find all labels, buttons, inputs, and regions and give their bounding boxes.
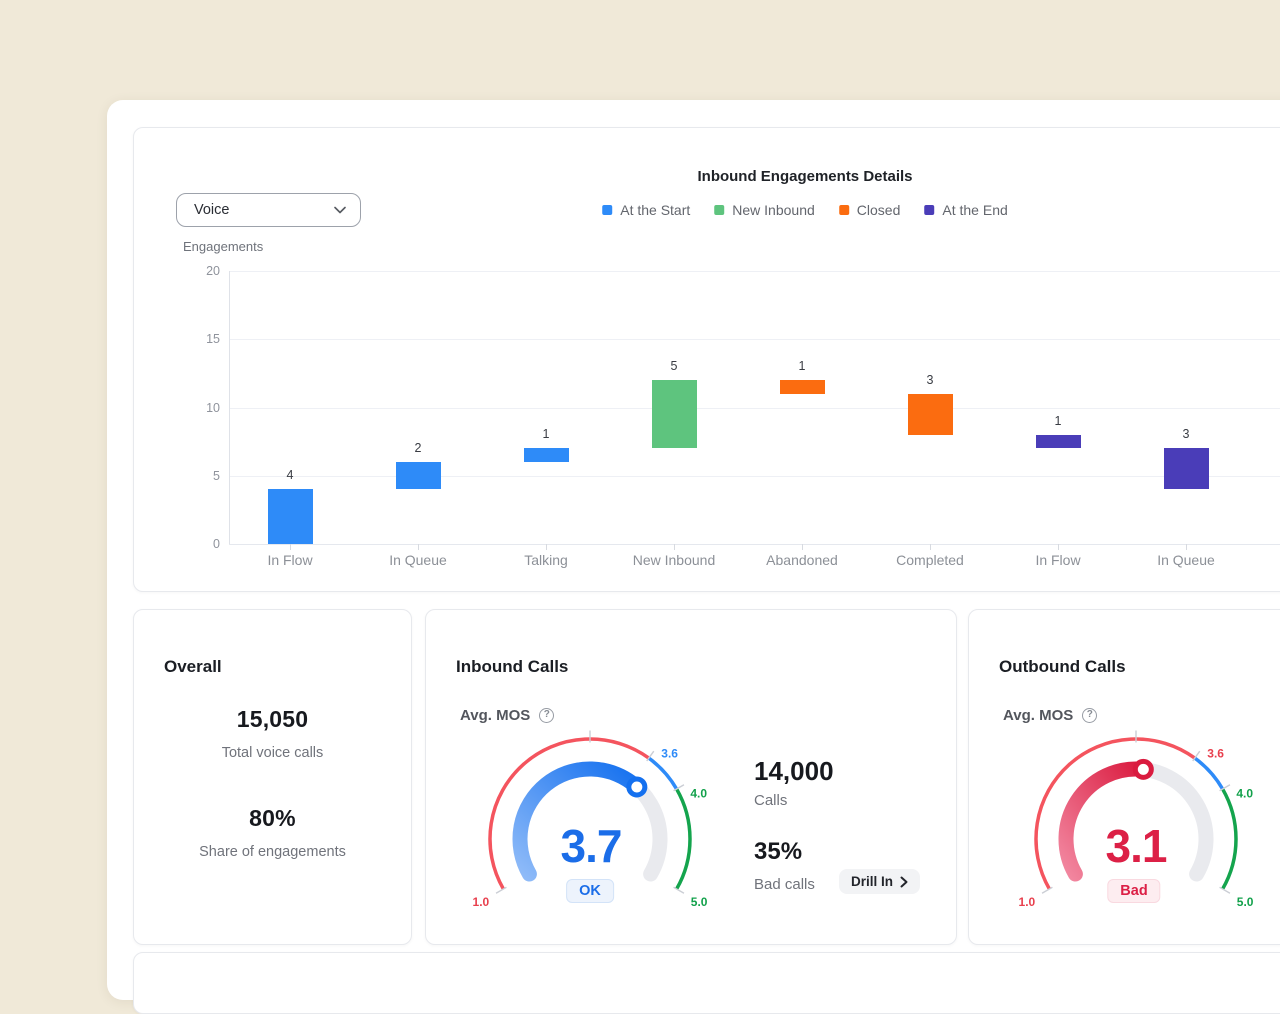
waterfall-bar[interactable] <box>908 394 953 435</box>
x-axis-category-label: Completed <box>866 552 994 568</box>
share-of-engagements-label: Share of engagements <box>134 844 411 860</box>
gauge-tick-label: 1.0 <box>473 895 490 909</box>
waterfall-bar[interactable] <box>268 489 313 544</box>
bar-value-label: 1 <box>772 358 832 374</box>
y-axis-line <box>229 271 230 544</box>
gridline <box>229 408 1280 409</box>
x-axis-category-label: In Flow <box>994 552 1122 568</box>
bar-value-label: 3 <box>900 372 960 388</box>
drill-in-button[interactable]: Drill In <box>839 869 920 894</box>
x-axis-tick <box>802 544 803 550</box>
inbound-calls-card: Inbound Calls Avg. MOS 1.03.64.05.0 3.7 … <box>425 609 957 945</box>
gauge-tick-label: 4.0 <box>1236 787 1253 801</box>
x-axis-category-label: In Queue <box>1122 552 1250 568</box>
y-axis-tick-label: 10 <box>170 399 220 417</box>
waterfall-bar[interactable] <box>1164 448 1209 489</box>
total-voice-calls-value: 15,050 <box>134 706 411 733</box>
total-voice-calls-label: Total voice calls <box>134 745 411 761</box>
x-axis-category-label: Talking <box>482 552 610 568</box>
y-axis-tick-label: 5 <box>170 467 220 485</box>
x-axis-tick <box>930 544 931 550</box>
gauge-zone <box>1223 789 1236 889</box>
waterfall-bar[interactable] <box>780 380 825 394</box>
gauge-tick-label: 4.0 <box>690 787 707 801</box>
share-of-engagements-value: 80% <box>134 805 411 832</box>
x-axis-tick <box>418 544 419 550</box>
x-axis-tick <box>1058 544 1059 550</box>
overall-card: Overall 15,050 Total voice calls 80% Sha… <box>133 609 412 945</box>
gridline <box>229 476 1280 477</box>
gridline <box>229 271 1280 272</box>
x-axis-category-label: New Inbound <box>610 552 738 568</box>
waterfall-bar[interactable] <box>652 380 697 448</box>
x-axis-tick <box>674 544 675 550</box>
waterfall-bar[interactable] <box>524 448 569 462</box>
gauge-value: 3.1 <box>1106 819 1167 873</box>
y-axis-tick-label: 20 <box>170 262 220 280</box>
bar-value-label: 3 <box>1156 426 1216 442</box>
gauge-tick-label: 1.0 <box>1019 895 1036 909</box>
bar-value-label: 1 <box>516 426 576 442</box>
gauge-zone <box>677 789 690 889</box>
overall-card-title: Overall <box>164 657 222 677</box>
gauge-value: 3.7 <box>561 819 622 873</box>
gauge-tick-label: 5.0 <box>1237 895 1254 909</box>
calls-value: 14,000 <box>754 756 834 787</box>
outbound-calls-card: Outbound Calls Avg. MOS 1.03.64.05.0 3.1… <box>968 609 1280 945</box>
waterfall-chart: 0 5 10 15 20 4 In Flow 2 In Queue 1 Talking 5 New In… <box>134 128 1280 591</box>
engagements-chart-card: Inbound Engagements Details Voice At the… <box>133 127 1280 592</box>
partial-card-below <box>133 952 1280 1014</box>
gauge-status-badge: Bad <box>1107 879 1160 903</box>
main-panel: Inbound Engagements Details Voice At the… <box>107 100 1280 1000</box>
inbound-calls-title: Inbound Calls <box>456 657 568 677</box>
x-axis-tick <box>290 544 291 550</box>
x-axis-tick <box>1186 544 1187 550</box>
gauge-tick-label: 3.6 <box>1207 747 1224 761</box>
y-axis-tick-label: 0 <box>170 535 220 553</box>
x-axis-category-label: In Queue <box>354 552 482 568</box>
bar-value-label: 1 <box>1028 413 1088 429</box>
outbound-calls-title: Outbound Calls <box>999 657 1126 677</box>
bad-calls-value: 35% <box>754 838 802 866</box>
y-axis-tick-label: 15 <box>170 330 220 348</box>
gauge-tick-label: 3.6 <box>661 747 678 761</box>
gauge-status-badge: OK <box>566 879 614 903</box>
gauge-zone <box>1195 758 1223 789</box>
bar-value-label: 4 <box>260 467 320 483</box>
drill-in-label: Drill In <box>851 874 893 889</box>
gauge-knob <box>629 779 645 795</box>
waterfall-bar[interactable] <box>1036 435 1081 449</box>
waterfall-bar[interactable] <box>396 462 441 489</box>
gridline <box>229 544 1280 545</box>
calls-label: Calls <box>754 792 787 809</box>
gauge-knob <box>1135 761 1151 777</box>
gauge-tick-label: 5.0 <box>691 895 708 909</box>
gridline <box>229 339 1280 340</box>
x-axis-tick <box>546 544 547 550</box>
x-axis-category-label: Abandoned <box>738 552 866 568</box>
bar-value-label: 5 <box>644 358 704 374</box>
chevron-right-icon <box>900 876 908 888</box>
x-axis-category-label: In Flow <box>226 552 354 568</box>
gauge-zone <box>649 758 677 789</box>
bar-value-label: 2 <box>388 440 448 456</box>
bad-calls-label: Bad calls <box>754 876 815 893</box>
